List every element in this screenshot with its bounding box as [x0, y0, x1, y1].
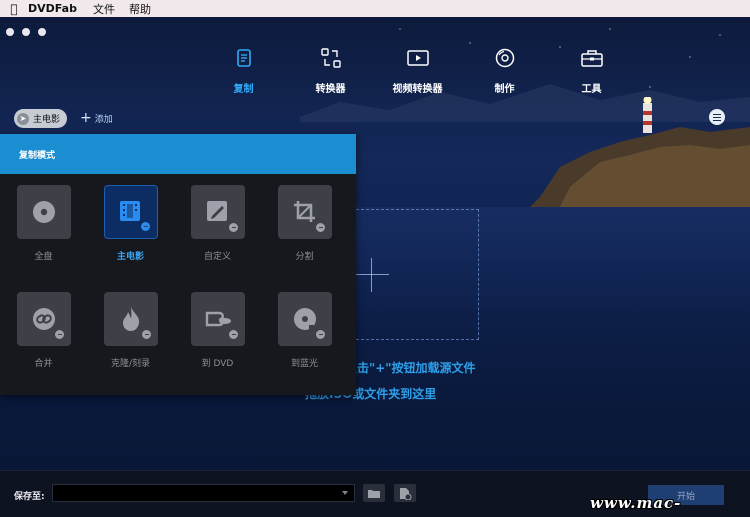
- menubar-item-help[interactable]: 帮助: [129, 1, 151, 17]
- save-to-select[interactable]: [52, 484, 355, 502]
- mode-full-disc-label: 全盘: [34, 252, 53, 262]
- main-movie-icon: [119, 201, 140, 221]
- chevron-down-icon: [342, 491, 348, 495]
- mode-to-bluray-label: 到蓝光: [290, 359, 318, 369]
- mode-badge-icon: [53, 329, 65, 340]
- mode-to-dvd[interactable]: 到 DVD: [174, 292, 261, 369]
- tab-copy[interactable]: 复制: [200, 45, 287, 95]
- mode-badge-icon: [139, 221, 151, 232]
- split-icon: [293, 201, 315, 222]
- toolbox-icon: [579, 45, 605, 71]
- copy-mode-popup: 复制模式 全盘 主电影 自定义 分割 合并 克隆/刻录 到 DVD 到蓝光: [0, 134, 356, 395]
- copy-mode-label: 主电影: [33, 115, 61, 125]
- tab-converter-label: 转换器: [315, 84, 346, 95]
- tab-creator-label: 制作: [494, 84, 515, 95]
- mode-customize[interactable]: 自定义: [174, 185, 261, 262]
- menubar-app-name[interactable]: DVDFab: [28, 2, 77, 15]
- plus-icon: +: [80, 110, 92, 126]
- full-disc-icon: [32, 201, 55, 223]
- mode-full-disc[interactable]: 全盘: [0, 185, 87, 262]
- mode-badge-icon: [227, 329, 239, 340]
- mode-merge[interactable]: 合并: [0, 292, 87, 369]
- mode-split[interactable]: 分割: [261, 185, 348, 262]
- copy-mode-selector[interactable]: ➤ 主电影: [14, 109, 68, 128]
- mode-arrow-icon: ➤: [17, 112, 29, 125]
- disc-creator-icon: [492, 45, 518, 71]
- mode-main-movie-label: 主电影: [116, 252, 144, 262]
- bottom-bar: 保存至: 开始: [0, 470, 750, 517]
- window-zoom-button[interactable]: [38, 28, 46, 36]
- mode-to-bluray[interactable]: 到蓝光: [261, 292, 348, 369]
- customize-icon: [206, 201, 227, 221]
- app-window: 复制 转换器 视频转换器 制作 工具 ➤ 主电影 + 添加 点击"+"按钮加载源…: [0, 17, 750, 517]
- tab-video-converter[interactable]: 视频转换器: [374, 45, 461, 95]
- tab-copy-label: 复制: [233, 84, 254, 95]
- drop-hint-line1: 点击"+"按钮加载源文件: [345, 361, 476, 375]
- start-button[interactable]: 开始: [648, 485, 724, 505]
- merge-icon: [32, 308, 55, 330]
- window-minimize-button[interactable]: [22, 28, 30, 36]
- window-controls: [6, 28, 46, 36]
- copy-icon: [231, 45, 257, 71]
- tab-creator[interactable]: 制作: [461, 45, 548, 95]
- mode-badge-icon: [314, 222, 326, 233]
- top-nav: 复制 转换器 视频转换器 制作 工具: [200, 45, 635, 95]
- mode-split-label: 分割: [295, 252, 314, 262]
- folder-icon: [368, 489, 380, 498]
- mode-clone-burn-label: 克隆/刻录: [110, 359, 151, 369]
- to-dvd-icon: [205, 311, 231, 327]
- mode-merge-label: 合并: [34, 359, 53, 369]
- mac-menubar:  DVDFab 文件 帮助: [0, 0, 750, 17]
- mode-badge-icon: [227, 222, 239, 233]
- mode-to-dvd-label: 到 DVD: [201, 359, 234, 369]
- mode-main-movie[interactable]: 主电影: [87, 185, 174, 262]
- mode-badge-icon: [140, 329, 152, 340]
- tab-tools-label: 工具: [581, 84, 602, 95]
- hamburger-icon: [713, 113, 721, 115]
- mode-clone-burn[interactable]: 克隆/刻录: [87, 292, 174, 369]
- tab-converter[interactable]: 转换器: [287, 45, 374, 95]
- to-bluray-icon: [293, 308, 316, 330]
- tab-tools[interactable]: 工具: [548, 45, 635, 95]
- save-to-label: 保存至:: [14, 492, 45, 502]
- clone-burn-icon: [122, 307, 139, 331]
- mode-customize-label: 自定义: [203, 252, 231, 262]
- window-close-button[interactable]: [6, 28, 14, 36]
- drop-zone-plus-icon[interactable]: [355, 258, 389, 292]
- browse-folder-button[interactable]: [363, 484, 385, 502]
- main-menu-button[interactable]: [709, 109, 725, 125]
- add-source-label: 添加: [94, 114, 113, 125]
- video-converter-icon: [405, 45, 431, 71]
- save-as-iso-button[interactable]: [394, 484, 416, 502]
- converter-icon: [318, 45, 344, 71]
- mode-badge-icon: [314, 329, 326, 340]
- copy-mode-popup-title: 复制模式: [0, 134, 356, 174]
- tab-video-converter-label: 视频转换器: [392, 84, 443, 95]
- add-source-button[interactable]: + 添加: [80, 111, 113, 125]
- apple-icon[interactable]: : [0, 2, 28, 16]
- iso-file-icon: [400, 487, 412, 500]
- menubar-item-file[interactable]: 文件: [93, 1, 115, 17]
